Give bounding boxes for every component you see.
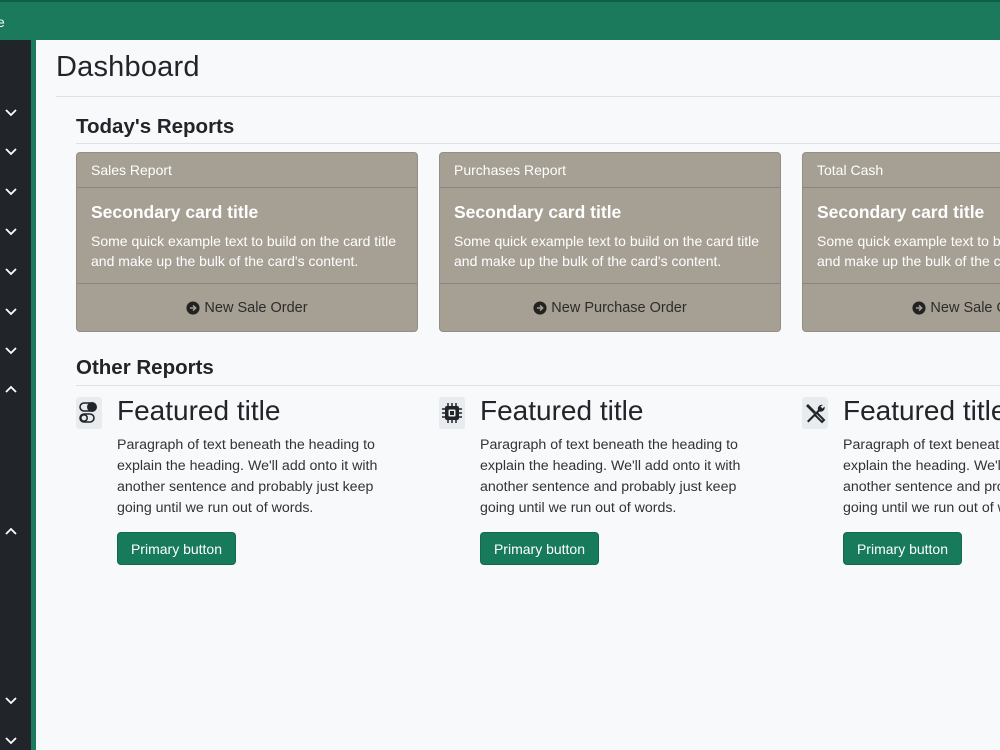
card-text: Some quick example text to build on the … [454, 233, 760, 269]
new-purchase-order-link[interactable]: New Purchase Order [440, 283, 780, 331]
chevron-down-icon[interactable] [3, 104, 19, 120]
card-title: Secondary card title [817, 202, 985, 222]
section-title-other-reports: Other Reports [76, 356, 214, 379]
primary-button[interactable]: Primary button [843, 532, 962, 565]
chevron-down-icon[interactable] [3, 263, 19, 279]
card-header: Total Cash [803, 153, 1000, 188]
card-header: Purchases Report [440, 153, 780, 188]
card-title: Secondary card title [91, 202, 259, 222]
arrow-right-circle-icon [533, 300, 547, 315]
cpu-icon [439, 397, 465, 429]
card-footer-label: New Sale Order [930, 299, 1000, 316]
arrow-right-circle-icon [186, 300, 200, 315]
chevron-down-icon[interactable] [3, 732, 19, 748]
card-footer-label: New Sale Order [204, 299, 308, 316]
chevron-up-icon[interactable] [3, 382, 19, 398]
feature-title: Featured title [117, 395, 281, 426]
feature-text: Paragraph of text beneath the heading to… [117, 437, 378, 516]
chevron-up-icon[interactable] [3, 524, 19, 540]
chevron-down-icon[interactable] [3, 183, 19, 199]
feature-title: Featured title [480, 395, 644, 426]
chevron-down-icon[interactable] [3, 342, 19, 358]
primary-button[interactable]: Primary button [117, 532, 236, 565]
chevron-down-icon[interactable] [3, 692, 19, 708]
chevron-down-icon[interactable] [3, 143, 19, 159]
divider [76, 143, 1000, 144]
page-title: Dashboard [56, 51, 200, 83]
main-content: Dashboard Today's Reports Sales Report S… [36, 40, 1000, 750]
sidebar [0, 40, 31, 750]
tools-icon [802, 397, 828, 429]
report-card-total-cash: Total Cash Secondary card title Some qui… [802, 152, 1000, 332]
card-body: Secondary card title Some quick example … [77, 188, 417, 284]
new-sale-order-link[interactable]: New Sale Order [803, 283, 1000, 331]
card-text: Some quick example text to build on the … [817, 233, 1000, 269]
brand-name[interactable]: e [0, 14, 5, 30]
primary-button[interactable]: Primary button [480, 532, 599, 565]
new-sale-order-link[interactable]: New Sale Order [77, 283, 417, 331]
feature-text: Paragraph of text beneath the heading to… [480, 437, 741, 516]
card-body: Secondary card title Some quick example … [803, 188, 1000, 284]
divider [56, 96, 1000, 97]
card-footer-label: New Purchase Order [551, 299, 687, 316]
card-body: Secondary card title Some quick example … [440, 188, 780, 284]
arrow-right-circle-icon [912, 300, 926, 315]
section-title-todays-reports: Today's Reports [76, 115, 235, 138]
report-card-purchases: Purchases Report Secondary card title So… [439, 152, 781, 332]
chevron-down-icon[interactable] [3, 303, 19, 319]
card-text: Some quick example text to build on the … [91, 233, 397, 269]
toggles-icon [76, 397, 102, 429]
card-header: Sales Report [77, 153, 417, 188]
chevron-down-icon[interactable] [3, 223, 19, 239]
divider [76, 385, 1000, 386]
feature-title: Featured title [843, 395, 1000, 426]
top-navbar: e [0, 0, 1000, 40]
feature-text: Paragraph of text beneath the heading to… [843, 437, 1000, 516]
card-title: Secondary card title [454, 202, 622, 222]
report-card-sales: Sales Report Secondary card title Some q… [76, 152, 418, 332]
